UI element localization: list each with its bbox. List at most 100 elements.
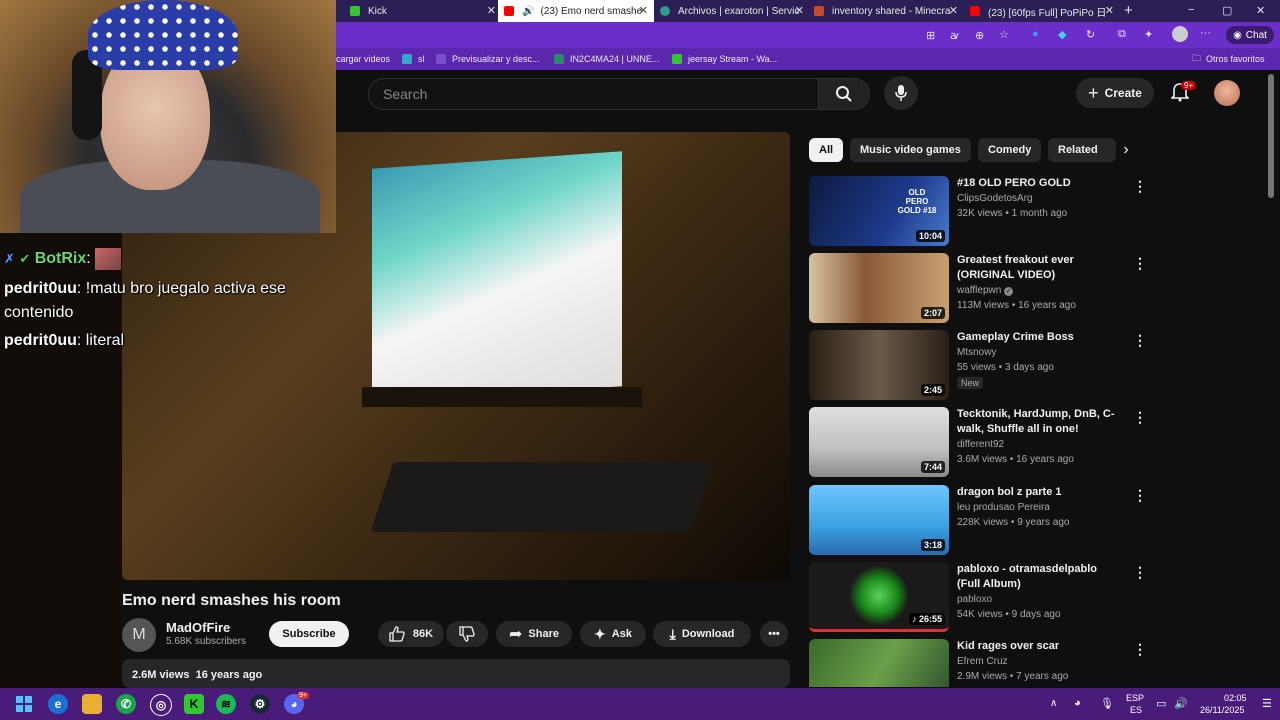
- speaker-icon[interactable]: 🔊: [522, 6, 534, 17]
- chip-related[interactable]: Related: [1048, 138, 1116, 162]
- bookmark-item[interactable]: sl: [402, 52, 425, 66]
- new-tab-button[interactable]: +: [1124, 2, 1133, 19]
- recommendation-title[interactable]: pabloxo - otramasdelpablo (Full Album): [957, 562, 1122, 592]
- tab-popipo[interactable]: (23) [60fps Full] PoPiPo 日 ✕: [964, 0, 1120, 22]
- refresh-icon[interactable]: ↻: [1086, 28, 1095, 41]
- recommendation-channel[interactable]: pabloxo: [957, 594, 992, 605]
- more-vertical-icon[interactable]: ⋮: [1133, 255, 1147, 272]
- recommendation-item[interactable]: ♪ 26:55 pabloxo - otramasdelpablo (Full …: [809, 562, 1149, 634]
- recommendation-channel[interactable]: ClipsGodetosArg: [957, 193, 1033, 204]
- scrollbar[interactable]: [1268, 74, 1274, 198]
- language-indicator[interactable]: ESP: [1126, 693, 1144, 703]
- close-window-button[interactable]: ✕: [1256, 4, 1265, 17]
- edge-browser-icon[interactable]: e: [48, 694, 68, 714]
- bookmark-item[interactable]: jeersay Stream - Wa...: [672, 52, 777, 66]
- more-menu-icon[interactable]: ···: [1200, 27, 1211, 39]
- close-tab-icon[interactable]: ✕: [1105, 4, 1114, 17]
- ask-button[interactable]: ✦ Ask: [580, 621, 646, 647]
- recommendation-channel[interactable]: Mtsnowy: [957, 347, 996, 358]
- recommendation-item[interactable]: 7:44 Tecktonik, HardJump, DnB, C-walk, S…: [809, 407, 1149, 479]
- clock-time[interactable]: 02:05: [1224, 693, 1247, 703]
- collections-icon[interactable]: ✦: [1144, 28, 1153, 41]
- extensions-puzzle-icon[interactable]: ⧉: [1118, 28, 1126, 41]
- steam-icon[interactable]: ⚙: [250, 694, 270, 714]
- recommendation-title[interactable]: dragon bol z parte 1: [957, 485, 1122, 500]
- recommendation-channel[interactable]: wafflepwn ✓: [957, 285, 1014, 296]
- notification-center-icon[interactable]: ☰: [1262, 697, 1272, 710]
- chevron-right-icon[interactable]: ›: [1116, 140, 1136, 160]
- close-tab-icon[interactable]: ✕: [487, 4, 496, 17]
- video-thumbnail[interactable]: OLD PERO GOLD #18 10:04: [809, 176, 949, 246]
- recommendation-title[interactable]: Gameplay Crime Boss: [957, 330, 1122, 345]
- more-vertical-icon[interactable]: ⋮: [1133, 332, 1147, 349]
- recommendation-title[interactable]: Kid rages over scar: [957, 639, 1122, 654]
- more-vertical-icon[interactable]: ⋮: [1133, 564, 1147, 581]
- recommendation-item[interactable]: Kid rages over scar Efrem Cruz 2.9M view…: [809, 639, 1149, 687]
- recommendation-title[interactable]: Tecktonik, HardJump, DnB, C-walk, Shuffl…: [957, 407, 1122, 437]
- tab-emo-nerd[interactable]: 🔊 (23) Emo nerd smashe ✕: [498, 0, 654, 22]
- volume-icon[interactable]: 🔊: [1174, 697, 1188, 710]
- recommendation-item[interactable]: 3:18 dragon bol z parte 1 leu produsao P…: [809, 485, 1149, 557]
- voice-search-button[interactable]: [884, 76, 918, 110]
- chip-all[interactable]: All: [809, 138, 844, 162]
- more-vertical-icon[interactable]: ⋮: [1133, 487, 1147, 504]
- like-button[interactable]: 86K: [378, 621, 444, 647]
- recommendation-channel[interactable]: leu produsao Pereira: [957, 502, 1050, 513]
- extension-icon[interactable]: ●: [1032, 28, 1039, 40]
- more-vertical-icon[interactable]: ⋮: [1133, 178, 1147, 195]
- recommendation-item[interactable]: 2:07 Greatest freakout ever (ORIGINAL VI…: [809, 253, 1149, 325]
- whatsapp-icon[interactable]: ✆: [116, 694, 136, 714]
- create-button[interactable]: + Create: [1076, 78, 1154, 108]
- obs-icon[interactable]: ◎: [150, 694, 172, 716]
- video-thumbnail[interactable]: 2:07: [809, 253, 949, 323]
- profile-avatar[interactable]: [1172, 26, 1188, 42]
- other-favorites[interactable]: 🗀 Otros favoritos: [1192, 52, 1265, 66]
- channel-avatar[interactable]: M: [122, 618, 156, 652]
- subscribe-button[interactable]: Subscribe: [269, 621, 349, 647]
- video-thumbnail[interactable]: 7:44: [809, 407, 949, 477]
- recommendation-channel[interactable]: different92: [957, 439, 1004, 450]
- video-thumbnail[interactable]: 3:18: [809, 485, 949, 555]
- close-tab-icon[interactable]: ✕: [795, 4, 804, 17]
- close-tab-icon[interactable]: ✕: [639, 4, 648, 17]
- video-thumbnail[interactable]: [809, 639, 949, 687]
- more-actions-button[interactable]: •••: [760, 621, 788, 647]
- clock-date[interactable]: 26/11/2025: [1200, 705, 1244, 715]
- recommendation-item[interactable]: 2:45 Gameplay Crime Boss Mtsnowy 55 view…: [809, 330, 1149, 402]
- search-button[interactable]: [818, 78, 870, 110]
- download-button[interactable]: ⤓ Download: [653, 621, 751, 647]
- network-icon[interactable]: ▭: [1156, 697, 1166, 710]
- chevron-up-icon[interactable]: ∧: [1050, 698, 1057, 709]
- tab-inventory[interactable]: inventory shared - Minecra ✕: [808, 0, 964, 22]
- app-available-icon[interactable]: ⊞: [926, 29, 935, 42]
- maximize-button[interactable]: ▢: [1222, 4, 1232, 17]
- video-thumbnail[interactable]: ♪ 26:55: [809, 562, 949, 632]
- dislike-button[interactable]: [446, 621, 488, 647]
- zoom-icon[interactable]: ⊕: [975, 29, 984, 42]
- microphone-tray-icon[interactable]: 🎙: [1100, 697, 1114, 710]
- recommendation-channel[interactable]: Efrem Cruz: [957, 656, 1008, 667]
- recommendation-item[interactable]: OLD PERO GOLD #18 10:04 #18 OLD PERO GOL…: [809, 176, 1149, 248]
- tab-exaroton[interactable]: Archivos | exaroton | Servic ✕: [654, 0, 810, 22]
- tab-kick[interactable]: Kick ✕: [344, 0, 502, 22]
- kick-app-icon[interactable]: K: [184, 694, 204, 714]
- search-input[interactable]: Search: [368, 78, 819, 110]
- windows-start-icon[interactable]: [14, 694, 34, 714]
- chip-music-video-games[interactable]: Music video games: [850, 138, 971, 162]
- bookmark-item[interactable]: cargar videos: [336, 52, 390, 66]
- favorite-star-icon[interactable]: ☆: [999, 28, 1009, 41]
- bookmark-item[interactable]: IN2C4MA24 | UNNE...: [554, 52, 659, 66]
- video-thumbnail[interactable]: 2:45: [809, 330, 949, 400]
- read-aloud-icon[interactable]: ꜹ: [950, 29, 959, 42]
- copilot-chat-button[interactable]: ◉ Chat: [1226, 26, 1274, 44]
- recommendation-title[interactable]: #18 OLD PERO GOLD: [957, 176, 1122, 191]
- more-vertical-icon[interactable]: ⋮: [1133, 641, 1147, 658]
- share-button[interactable]: ➦ Share: [496, 621, 572, 647]
- minimize-button[interactable]: −: [1188, 4, 1194, 16]
- chip-comedy[interactable]: Comedy: [978, 138, 1042, 162]
- channel-name[interactable]: MadOfFire: [166, 620, 230, 635]
- close-tab-icon[interactable]: ✕: [949, 4, 958, 17]
- file-explorer-icon[interactable]: [82, 694, 102, 714]
- avatar[interactable]: [1214, 80, 1240, 106]
- bookmark-item[interactable]: Previsualizar y desc...: [436, 52, 540, 66]
